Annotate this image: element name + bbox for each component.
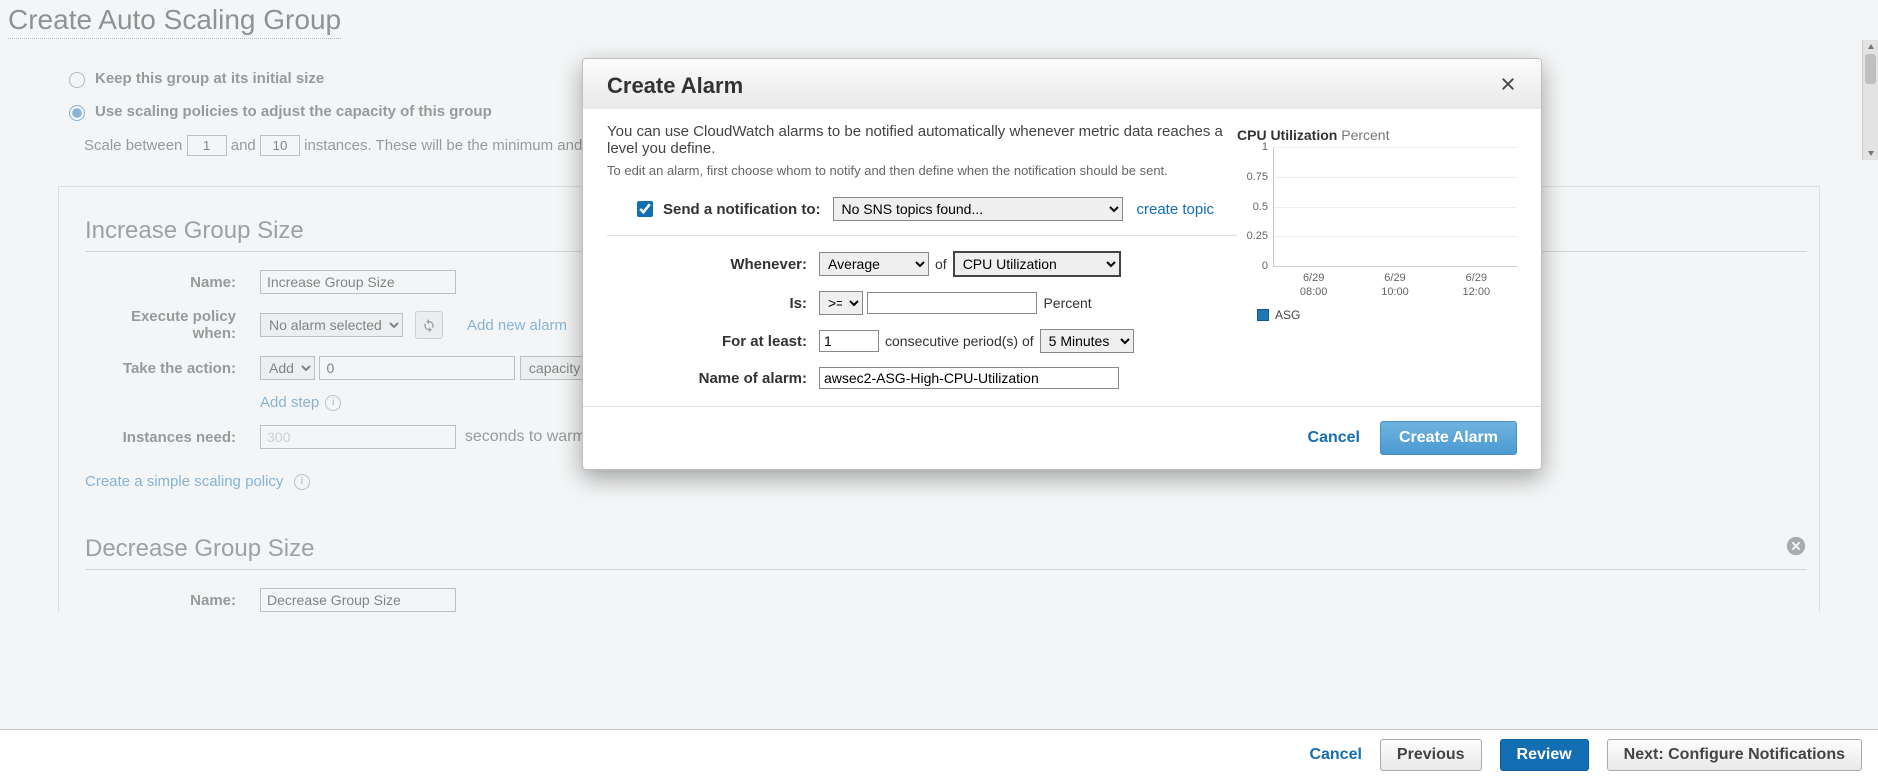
threshold-input[interactable] <box>867 292 1037 314</box>
x-tick: 6/2912:00 <box>1463 271 1491 300</box>
y-tick: 0.25 <box>1247 230 1268 242</box>
wizard-footer: Cancel Previous Review Next: Configure N… <box>0 729 1878 779</box>
of-label: of <box>935 256 947 272</box>
consecutive-label: consecutive period(s) of <box>885 333 1034 349</box>
review-button[interactable]: Review <box>1500 739 1589 771</box>
modal-close-button[interactable] <box>1499 75 1517 98</box>
legend-label: ASG <box>1275 308 1300 322</box>
unit-label: Percent <box>1043 295 1091 311</box>
chart-title: CPU Utilization <box>1237 127 1337 143</box>
statistic-select[interactable]: Average <box>819 252 929 276</box>
is-label: Is: <box>607 295 819 312</box>
legend-swatch <box>1257 309 1269 321</box>
y-tick: 0.75 <box>1247 171 1268 183</box>
scroll-down-icon <box>1867 149 1875 157</box>
create-alarm-modal: Create Alarm You can use CloudWatch alar… <box>582 58 1542 470</box>
scrollbar-thumb[interactable] <box>1865 54 1876 84</box>
modal-subdescription: To edit an alarm, first choose whom to n… <box>607 163 1237 178</box>
y-tick: 0 <box>1262 260 1268 272</box>
scroll-up-icon <box>1867 43 1875 51</box>
y-tick: 0.5 <box>1253 201 1268 213</box>
x-tick: 6/2908:00 <box>1300 271 1328 300</box>
create-topic-link[interactable]: create topic <box>1137 201 1215 218</box>
period-length-select[interactable]: 5 Minutes <box>1040 329 1134 353</box>
comparator-select[interactable]: >= <box>819 291 863 315</box>
send-notification-checkbox[interactable] <box>637 201 653 217</box>
modal-description: You can use CloudWatch alarms to be noti… <box>607 123 1237 157</box>
metric-chart: CPU Utilization Percent 1 0.75 0.5 0.25 … <box>1237 123 1517 396</box>
content-scrollbar[interactable] <box>1862 40 1878 160</box>
create-alarm-button[interactable]: Create Alarm <box>1380 421 1517 455</box>
modal-title: Create Alarm <box>607 73 743 99</box>
alarm-name-label: Name of alarm: <box>607 370 819 387</box>
modal-cancel-button[interactable]: Cancel <box>1308 429 1360 447</box>
previous-button[interactable]: Previous <box>1380 739 1482 771</box>
periods-input[interactable] <box>819 330 879 352</box>
next-button[interactable]: Next: Configure Notifications <box>1607 739 1862 771</box>
whenever-label: Whenever: <box>607 256 819 273</box>
sns-topic-select[interactable]: No SNS topics found... <box>833 197 1123 221</box>
wizard-cancel-button[interactable]: Cancel <box>1309 746 1361 764</box>
x-tick: 6/2910:00 <box>1381 271 1409 300</box>
send-notification-label: Send a notification to: <box>663 201 833 218</box>
y-tick: 1 <box>1262 141 1268 153</box>
for-at-least-label: For at least: <box>607 333 819 350</box>
alarm-name-input[interactable] <box>819 367 1119 389</box>
metric-select[interactable]: CPU Utilization <box>953 251 1121 277</box>
close-icon <box>1499 75 1517 93</box>
chart-subtitle: Percent <box>1341 127 1389 143</box>
